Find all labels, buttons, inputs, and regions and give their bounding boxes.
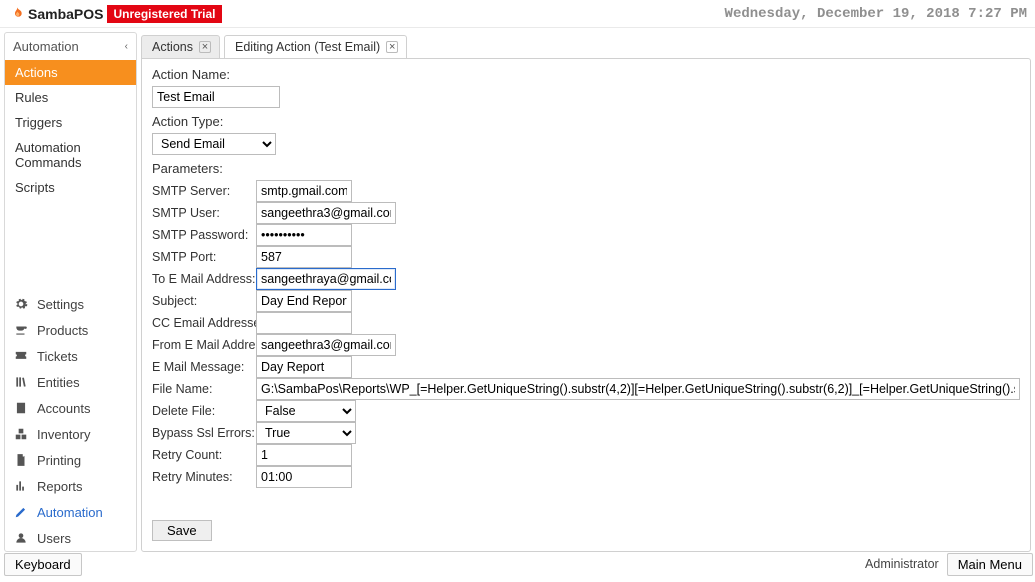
action-name-label: Action Name: <box>152 67 1020 82</box>
module-item-users[interactable]: Users <box>5 525 136 551</box>
cc-input[interactable] <box>256 312 352 334</box>
boxes-icon <box>13 426 29 442</box>
action-type-select[interactable]: Send Email <box>152 133 276 155</box>
from-email-label: From E Mail Address: <box>152 338 256 352</box>
sidebar-item-scripts[interactable]: Scripts <box>5 175 136 200</box>
footer-bar: Keyboard Administrator Main Menu <box>0 552 1035 578</box>
file-name-input[interactable] <box>256 378 1020 400</box>
smtp-server-label: SMTP Server: <box>152 184 256 198</box>
chevron-left-icon: ‹ <box>125 41 128 52</box>
retry-minutes-input[interactable] <box>256 466 352 488</box>
module-item-products[interactable]: Products <box>5 317 136 343</box>
tab-editing-action-test-email-[interactable]: Editing Action (Test Email) × <box>224 35 407 59</box>
editor-panel: Action Name: Action Type: Send Email Par… <box>141 58 1031 552</box>
subject-input[interactable] <box>256 290 352 312</box>
trial-badge: Unregistered Trial <box>107 5 221 23</box>
sidebar-item-rules[interactable]: Rules <box>5 85 136 110</box>
datetime-label: Wednesday, December 19, 2018 7:27 PM <box>725 6 1027 22</box>
admin-label: Administrator <box>865 557 941 571</box>
module-item-label: Entities <box>37 375 80 390</box>
from-email-input[interactable] <box>256 334 396 356</box>
retry-minutes-label: Retry Minutes: <box>152 470 256 484</box>
smtp-server-input[interactable] <box>256 180 352 202</box>
file-name-label: File Name: <box>152 382 256 396</box>
module-item-label: Accounts <box>37 401 90 416</box>
tab-actions[interactable]: Actions × <box>141 35 220 59</box>
smtp-user-input[interactable] <box>256 202 396 224</box>
module-item-label: Printing <box>37 453 81 468</box>
to-email-label: To E Mail Address: <box>152 272 256 286</box>
module-item-label: Settings <box>37 297 84 312</box>
cup-icon <box>13 322 29 338</box>
bypass-ssl-select[interactable]: True <box>256 422 356 444</box>
module-item-reports[interactable]: Reports <box>5 473 136 499</box>
save-button[interactable]: Save <box>152 520 212 541</box>
delete-file-select[interactable]: False <box>256 400 356 422</box>
action-type-label: Action Type: <box>152 114 1020 129</box>
cc-label: CC Email Addresses: <box>152 316 256 330</box>
smtp-password-label: SMTP Password: <box>152 228 256 242</box>
smtp-port-label: SMTP Port: <box>152 250 256 264</box>
main-menu-button[interactable]: Main Menu <box>947 553 1033 576</box>
module-item-label: Tickets <box>37 349 78 364</box>
module-item-label: Users <box>37 531 71 546</box>
module-item-printing[interactable]: Printing <box>5 447 136 473</box>
close-icon[interactable]: × <box>386 41 398 53</box>
parameters-label: Parameters: <box>152 161 1020 176</box>
module-item-inventory[interactable]: Inventory <box>5 421 136 447</box>
brand-name: SambaPOS <box>28 6 103 22</box>
to-email-input[interactable] <box>256 268 396 290</box>
gear-icon <box>13 296 29 312</box>
sidebar-title: Automation <box>13 39 79 54</box>
module-item-label: Inventory <box>37 427 90 442</box>
sidebar-header[interactable]: Automation ‹ <box>5 33 136 60</box>
sidebar-item-triggers[interactable]: Triggers <box>5 110 136 135</box>
sidebar-item-automation-commands[interactable]: Automation Commands <box>5 135 136 175</box>
smtp-password-input[interactable] <box>256 224 352 246</box>
sidebar-item-actions[interactable]: Actions <box>5 60 136 85</box>
tab-label: Actions <box>152 40 193 54</box>
tabstrip: Actions × Editing Action (Test Email) × <box>141 32 1031 58</box>
module-item-label: Automation <box>37 505 103 520</box>
close-icon[interactable]: × <box>199 41 211 53</box>
flame-icon <box>8 5 26 23</box>
keyboard-button[interactable]: Keyboard <box>4 553 82 576</box>
module-item-entities[interactable]: Entities <box>5 369 136 395</box>
module-item-label: Reports <box>37 479 83 494</box>
delete-file-label: Delete File: <box>152 404 256 418</box>
message-input[interactable] <box>256 356 352 378</box>
smtp-port-input[interactable] <box>256 246 352 268</box>
pencil-icon <box>13 504 29 520</box>
module-item-label: Products <box>37 323 88 338</box>
ticket-icon <box>13 348 29 364</box>
action-name-input[interactable] <box>152 86 280 108</box>
retry-count-input[interactable] <box>256 444 352 466</box>
module-item-accounts[interactable]: Accounts <box>5 395 136 421</box>
barchart-icon <box>13 478 29 494</box>
subject-label: Subject: <box>152 294 256 308</box>
user-icon <box>13 530 29 546</box>
message-label: E Mail Message: <box>152 360 256 374</box>
module-item-automation[interactable]: Automation <box>5 499 136 525</box>
bypass-ssl-label: Bypass Ssl Errors: <box>152 426 256 440</box>
brand: SambaPOS Unregistered Trial <box>8 5 222 23</box>
books-icon <box>13 374 29 390</box>
module-item-settings[interactable]: Settings <box>5 291 136 317</box>
smtp-user-label: SMTP User: <box>152 206 256 220</box>
module-item-tickets[interactable]: Tickets <box>5 343 136 369</box>
title-bar: SambaPOS Unregistered Trial Wednesday, D… <box>0 0 1035 28</box>
sidebar: Automation ‹ ActionsRulesTriggersAutomat… <box>4 32 137 552</box>
page-icon <box>13 452 29 468</box>
tab-label: Editing Action (Test Email) <box>235 40 380 54</box>
calculator-icon <box>13 400 29 416</box>
retry-count-label: Retry Count: <box>152 448 256 462</box>
